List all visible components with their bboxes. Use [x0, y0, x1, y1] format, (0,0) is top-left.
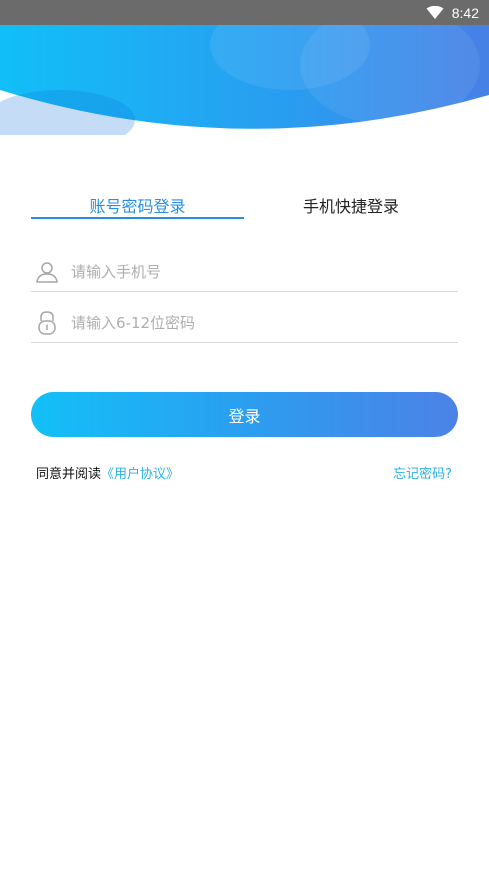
user-agreement: 同意并阅读《用户协议》 — [36, 463, 179, 482]
tab-phone-quick-login[interactable]: 手机快捷登录 — [244, 190, 458, 220]
password-field — [31, 303, 458, 343]
user-agreement-link[interactable]: 《用户协议》 — [101, 467, 179, 482]
user-icon — [32, 257, 62, 287]
login-button[interactable]: 登录 — [31, 392, 458, 437]
active-tab-indicator — [31, 217, 244, 219]
wifi-icon — [426, 5, 444, 20]
status-bar: 8:42 — [0, 0, 489, 25]
phone-field — [31, 252, 458, 292]
agreement-prefix: 同意并阅读 — [36, 467, 102, 482]
tab-account-password[interactable]: 账号密码登录 — [31, 190, 244, 220]
password-input[interactable] — [71, 313, 431, 332]
header-banner — [0, 0, 489, 150]
lock-icon — [32, 308, 62, 338]
phone-input[interactable] — [71, 262, 431, 281]
forgot-password-link[interactable]: 忘记密码? — [393, 463, 452, 482]
login-tabs: 账号密码登录 手机快捷登录 — [31, 190, 458, 222]
status-time: 8:42 — [451, 4, 479, 21]
